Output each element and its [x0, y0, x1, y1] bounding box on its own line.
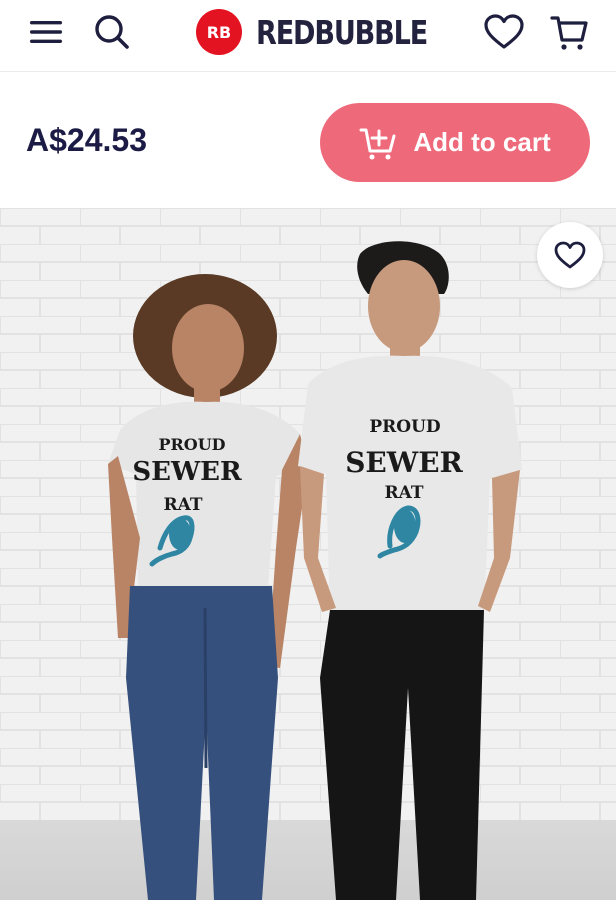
brand-mark-icon: RB — [196, 9, 242, 55]
product-photo[interactable]: PROUD SEWER RAT PROUD SEWER RAT — [0, 208, 616, 900]
shirt-print-line-2: SEWER — [132, 457, 242, 487]
brand-logo[interactable]: RB REDBUBBLE — [196, 8, 465, 56]
search-icon — [95, 15, 129, 49]
cart-icon — [550, 16, 588, 50]
product-photo-scene: PROUD SEWER RAT PROUD SEWER RAT — [0, 208, 616, 900]
product-price: A$24.53 — [26, 122, 147, 158]
shirt-print-line-2: SEWER — [345, 446, 463, 479]
shirt-print-line-1: PROUD — [158, 435, 225, 454]
add-to-cart-button[interactable]: Add to cart — [320, 103, 590, 182]
top-navigation-bar: RB REDBUBBLE — [0, 0, 616, 72]
heart-icon — [554, 241, 586, 269]
add-to-cart-icon — [359, 128, 396, 159]
shirt-print-line-3: RAT — [163, 495, 202, 515]
brand-name: REDBUBBLE — [256, 12, 428, 52]
favorite-product-button[interactable] — [537, 222, 603, 288]
menu-icon — [30, 21, 62, 43]
shirt-print-line-1: PROUD — [369, 417, 441, 437]
shirt-print-line-3: RAT — [384, 483, 423, 503]
menu-button[interactable] — [22, 10, 70, 54]
add-to-cart-label: Add to cart — [413, 127, 551, 157]
wishlist-button[interactable] — [478, 8, 530, 56]
brand-mark-text: RB — [207, 23, 232, 42]
cart-button[interactable] — [544, 8, 594, 56]
heart-icon — [484, 14, 524, 49]
price-bar: A$24.53 Add to cart — [0, 76, 616, 208]
search-button[interactable] — [88, 8, 136, 56]
